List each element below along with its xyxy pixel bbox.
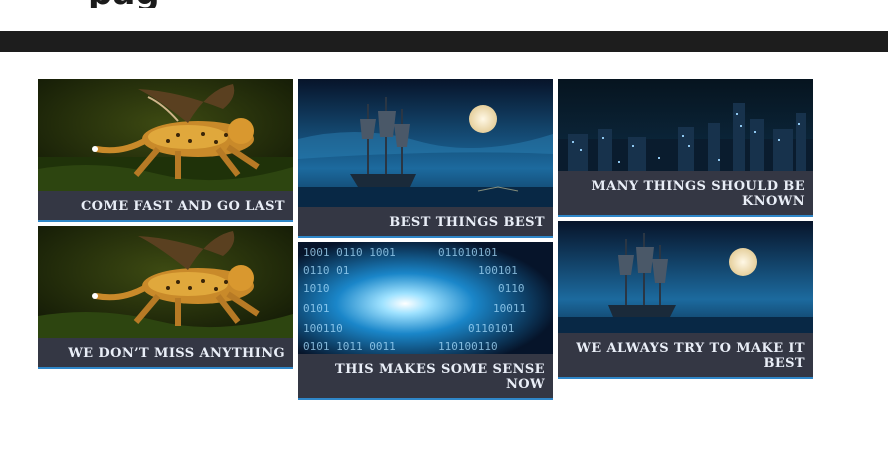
svg-text:1001 0110 1001: 1001 0110 1001 [303,246,396,259]
gallery-card[interactable]: COME FAST AND GO LAST [38,79,293,222]
card-caption: BEST THINGS BEST [298,207,553,238]
svg-text:0101: 0101 [303,302,330,315]
svg-text:0110: 0110 [498,282,525,295]
navigation-bar [0,31,888,52]
gallery-card[interactable]: MANY THINGS SHOULD BE KNOWN [558,79,813,217]
city-night-image[interactable] [558,79,813,171]
svg-text:011010101: 011010101 [438,246,498,259]
svg-text:100110: 100110 [303,322,343,335]
svg-text:110100110: 110100110 [438,340,498,353]
svg-text:0110 01: 0110 01 [303,264,349,277]
svg-text:0101 1011 0011: 0101 1011 0011 [303,340,396,353]
binary-tunnel-image[interactable]: 1001 0110 1001 011010101 0110 01 100101 … [298,242,553,354]
cheetah-image[interactable] [38,79,293,191]
gallery-card[interactable]: WE ALWAYS TRY TO MAKE IT BEST [558,221,813,379]
svg-text:10011: 10011 [493,302,526,315]
gallery-card[interactable]: WE DON’T MISS ANYTHING [38,226,293,369]
card-caption: WE ALWAYS TRY TO MAKE IT BEST [558,333,813,379]
card-caption: WE DON’T MISS ANYTHING [38,338,293,369]
gallery-card[interactable]: BEST THINGS BEST [298,79,553,238]
ship-moon-image[interactable] [558,221,813,333]
cheetah-image[interactable] [38,226,293,338]
gallery-card[interactable]: 1001 0110 1001 011010101 0110 01 100101 … [298,242,553,400]
gallery-column-3: MANY THINGS SHOULD BE KNOWN WE ALWAYS TR… [558,79,813,383]
card-caption: COME FAST AND GO LAST [38,191,293,222]
ship-moon-image[interactable] [298,79,553,207]
page-title: pag [88,0,160,8]
svg-text:100101: 100101 [478,264,518,277]
card-caption: MANY THINGS SHOULD BE KNOWN [558,171,813,217]
gallery-column-2: BEST THINGS BEST 1001 0110 1001 01101010… [298,79,553,404]
gallery-column-1: COME FAST AND GO LAST WE DON’T MISS ANYT… [38,79,293,373]
svg-text:1010: 1010 [303,282,330,295]
card-caption: THIS MAKES SOME SENSE NOW [298,354,553,400]
svg-text:0110101: 0110101 [468,322,514,335]
